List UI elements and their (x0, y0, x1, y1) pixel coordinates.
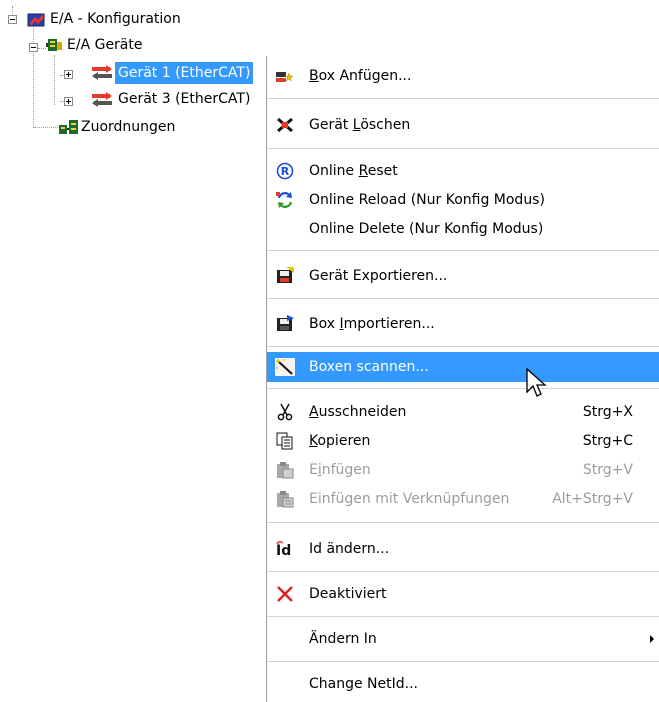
menu-item-online-reload[interactable]: Online Reload (Nur Konfig Modus) (267, 185, 659, 215)
menu-label: Change NetId... (309, 676, 418, 692)
menu-separator (267, 571, 659, 572)
menu-item-kopieren[interactable]: Kopieren Strg+C (267, 426, 659, 456)
menu-label: Online Delete (Nur Konfig Modus) (309, 221, 544, 237)
menu-item-change-netid[interactable]: Change NetId... (267, 669, 659, 699)
menu-label: Box Anfügen... (309, 61, 411, 91)
label-part: eset (367, 163, 398, 179)
add-box-icon (276, 72, 294, 82)
menu-separator (267, 346, 659, 347)
menu-shortcut: Alt+Strg+V (552, 491, 633, 507)
tree-node-device-3[interactable]: Gerät 3 (EtherCAT) (115, 88, 253, 110)
collapse-toggle[interactable] (8, 15, 17, 24)
menu-label: Einfügen mit Verknüpfungen (309, 491, 510, 507)
tree-node-io-devices[interactable]: E/A Geräte (64, 34, 146, 56)
config-root-icon (27, 13, 45, 27)
svg-text:Id: Id (276, 543, 291, 558)
accelerator-key: R (358, 163, 368, 179)
reset-icon: R (276, 162, 294, 180)
menu-item-einfuegen-mit-verknuepfungen[interactable]: Einfügen mit Verknüpfungen Alt+Strg+V (267, 484, 659, 514)
copy-icon (276, 432, 293, 450)
change-id-icon: Id (276, 540, 291, 558)
menu-separator (267, 616, 659, 617)
context-menu: Box Anfügen... Gerät Löschen R Online Re… (266, 56, 659, 702)
menu-separator (267, 98, 659, 99)
menu-item-einfuegen[interactable]: Einfügen Strg+V (267, 455, 659, 485)
menu-separator (267, 148, 659, 149)
expand-toggle[interactable] (64, 97, 73, 106)
tree-node-root[interactable]: E/A - Konfiguration (47, 8, 184, 30)
menu-label: Gerät Löschen (309, 110, 410, 140)
io-devices-icon (46, 39, 62, 51)
tree-line (38, 48, 46, 49)
menu-item-online-delete[interactable]: Online Delete (Nur Konfig Modus) (267, 214, 659, 244)
collapse-toggle[interactable] (29, 43, 38, 52)
menu-item-id-aendern[interactable]: Id Id ändern... (267, 534, 659, 564)
menu-label: Kopieren (309, 426, 370, 456)
svg-text:R: R (281, 165, 290, 178)
tree-node-mappings[interactable]: Zuordnungen (78, 116, 178, 138)
tree-line (34, 127, 58, 128)
menu-label: Ändern In (309, 631, 377, 647)
label-part: Online (309, 163, 359, 179)
label-part: ox Anfügen... (318, 68, 412, 84)
label-part: opieren (317, 433, 371, 449)
ethercat-device-icon (92, 92, 112, 107)
ethercat-device-icon (92, 65, 112, 80)
menu-item-geraet-loeschen[interactable]: Gerät Löschen (267, 110, 659, 140)
menu-label: Id ändern... (309, 541, 390, 557)
menu-item-boxen-scannen[interactable]: Boxen scannen... (267, 352, 659, 382)
tree-line (12, 6, 13, 14)
paste-with-links-icon (277, 491, 294, 508)
menu-shortcut: Strg+V (582, 462, 633, 478)
import-box-icon (277, 315, 294, 331)
menu-label: Online Reload (Nur Konfig Modus) (309, 192, 545, 208)
paste-icon (277, 462, 294, 479)
menu-item-deaktiviert[interactable]: Deaktiviert (267, 579, 659, 609)
menu-item-box-importieren[interactable]: Box Importieren... (267, 309, 659, 339)
menu-separator (267, 388, 659, 389)
menu-separator (267, 250, 659, 251)
export-device-icon (277, 267, 294, 283)
delete-device-icon (277, 117, 293, 133)
label-part: mportieren... (343, 316, 435, 332)
reload-icon (276, 192, 293, 208)
menu-label: Online Reset (309, 156, 398, 186)
label-part: E (309, 462, 318, 478)
label-part: Gerät (309, 117, 353, 133)
menu-label: Ausschneiden (309, 397, 406, 427)
expand-toggle[interactable] (64, 70, 73, 79)
label-part: nfügen (321, 462, 371, 478)
label-part: öschen (360, 117, 411, 133)
tree-node-device-1[interactable]: Gerät 1 (EtherCAT) (115, 62, 254, 84)
menu-separator (267, 661, 659, 662)
menu-label: Gerät Exportieren... (309, 268, 448, 284)
menu-separator (267, 522, 659, 523)
menu-label: Boxen scannen... (309, 359, 429, 375)
tree-line (33, 24, 34, 128)
menu-item-aendern-in[interactable]: Ändern In (267, 624, 659, 654)
menu-label: Box Importieren... (309, 309, 435, 339)
menu-label: Einfügen (309, 455, 371, 485)
accelerator-key: A (309, 404, 319, 420)
mouse-pointer-icon (526, 368, 547, 397)
menu-shortcut: Strg+X (582, 404, 633, 420)
mappings-icon (59, 120, 78, 134)
menu-label: Deaktiviert (309, 586, 387, 602)
accelerator-key: B (309, 68, 319, 84)
label-part: usschneiden (318, 404, 407, 420)
menu-item-geraet-exportieren[interactable]: Gerät Exportieren... (267, 261, 659, 291)
disable-x-icon (277, 586, 293, 602)
submenu-arrow-icon (650, 635, 654, 643)
menu-item-ausschneiden[interactable]: Ausschneiden Strg+X (267, 397, 659, 427)
menu-item-box-anfuegen[interactable]: Box Anfügen... (267, 61, 659, 91)
menu-shortcut: Strg+C (582, 433, 633, 449)
menu-separator (267, 298, 659, 299)
menu-item-online-reset[interactable]: R Online Reset (267, 156, 659, 186)
label-part: Box (309, 316, 340, 332)
scan-wand-icon (275, 358, 295, 376)
cut-icon (277, 403, 293, 421)
tree-line (54, 55, 55, 105)
